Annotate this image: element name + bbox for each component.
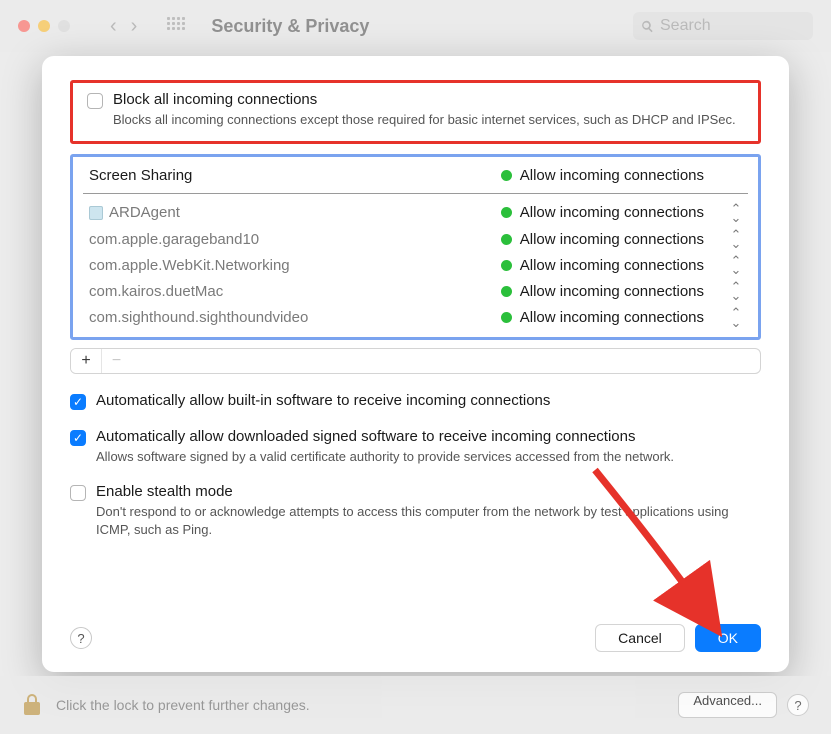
stealth-checkbox[interactable] [70,485,86,501]
show-all-icon[interactable] [167,17,185,35]
auto-builtin-label: Automatically allow built-in software to… [96,392,550,409]
stealth-option: Enable stealth mode Don't respond to or … [70,483,761,538]
search-icon [641,20,654,33]
status-dot-icon [501,286,512,297]
add-remove-buttons: + − [70,348,761,374]
bottom-bar: Click the lock to prevent further change… [0,676,831,734]
forward-button[interactable]: › [131,15,138,38]
app-icon [89,206,103,220]
updown-icon[interactable]: ⌃⌄ [730,308,742,326]
auto-builtin-checkbox[interactable] [70,394,86,410]
app-row[interactable]: com.sighthound.sighthoundvideo Allow inc… [83,304,748,330]
block-all-section: Block all incoming connections Blocks al… [70,80,761,144]
status-dot-icon [501,312,512,323]
ok-button[interactable]: OK [695,624,761,652]
add-button[interactable]: + [71,349,101,373]
sheet-footer: ? Cancel OK [70,610,761,652]
lock-icon[interactable] [22,693,42,717]
search-placeholder: Search [660,17,711,35]
stealth-label: Enable stealth mode [96,483,233,500]
auto-signed-option: Automatically allow downloaded signed so… [70,428,761,466]
screen-sharing-label: Screen Sharing [89,167,192,184]
traffic-lights [18,20,70,32]
app-row[interactable]: ARDAgent Allow incoming connections⌃⌄ [83,200,748,226]
page-title: Security & Privacy [211,16,369,37]
firewall-options-sheet: Block all incoming connections Blocks al… [42,56,789,672]
status-dot-icon [501,234,512,245]
block-all-desc: Blocks all incoming connections except t… [113,111,744,129]
updown-icon[interactable]: ⌃⌄ [730,204,742,222]
zoom-window[interactable] [58,20,70,32]
updown-icon[interactable]: ⌃⌄ [730,256,742,274]
auto-signed-checkbox[interactable] [70,430,86,446]
status-dot-icon [501,260,512,271]
app-row[interactable]: com.apple.WebKit.Networking Allow incomi… [83,252,748,278]
auto-signed-desc: Allows software signed by a valid certif… [96,448,761,466]
auto-builtin-option: Automatically allow built-in software to… [70,392,761,410]
screen-sharing-status: Allow incoming connections [520,167,704,184]
block-all-checkbox[interactable] [87,93,103,109]
window-toolbar: ‹ › Security & Privacy Search [0,0,831,52]
app-row[interactable]: com.kairos.duetMac Allow incoming connec… [83,278,748,304]
cancel-button[interactable]: Cancel [595,624,685,652]
screen-sharing-row[interactable]: Screen Sharing Allow incoming connection… [83,163,748,194]
back-button[interactable]: ‹ [110,15,117,38]
lock-text: Click the lock to prevent further change… [56,697,678,713]
app-list-section: Screen Sharing Allow incoming connection… [70,154,761,340]
updown-icon[interactable]: ⌃⌄ [730,230,742,248]
updown-icon[interactable]: ⌃⌄ [730,282,742,300]
close-window[interactable] [18,20,30,32]
search-input[interactable]: Search [633,12,813,40]
status-dot-icon [501,207,512,218]
status-dot-icon [501,170,512,181]
advanced-button[interactable]: Advanced... [678,692,777,718]
stealth-desc: Don't respond to or acknowledge attempts… [96,503,761,538]
app-list: ARDAgent Allow incoming connections⌃⌄ co… [83,194,748,331]
minimize-window[interactable] [38,20,50,32]
auto-signed-label: Automatically allow downloaded signed so… [96,428,635,445]
block-all-label: Block all incoming connections [113,91,317,108]
help-button[interactable]: ? [70,627,92,649]
help-button-footer[interactable]: ? [787,694,809,716]
app-row[interactable]: com.apple.garageband10 Allow incoming co… [83,226,748,252]
remove-button[interactable]: − [101,349,131,373]
